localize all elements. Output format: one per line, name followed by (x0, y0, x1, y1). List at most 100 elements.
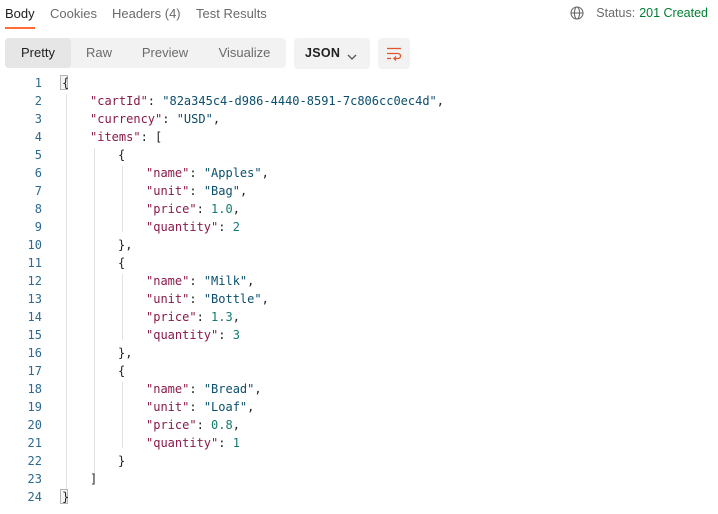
code-token: "items" (90, 130, 141, 144)
code-token: : (218, 328, 233, 342)
code-token: "quantity" (146, 436, 219, 450)
line-number: 18 (27, 382, 42, 396)
line-number: 7 (34, 184, 42, 198)
code-token: "Apples" (203, 166, 262, 180)
code-line: "quantity": 2 (146, 220, 240, 234)
code-token: 1.3 (211, 310, 233, 324)
tab-test-results[interactable]: Test Results (196, 6, 267, 21)
view-mode-raw[interactable]: Raw (71, 38, 127, 68)
code-token: "unit" (146, 292, 190, 306)
code-line: }, (118, 346, 132, 360)
code-token: "Bread" (203, 382, 255, 396)
code-line: "name": "Bread", (146, 382, 262, 396)
tab-body[interactable]: Body (5, 6, 35, 21)
view-mode-selector: Pretty Raw Preview Visualize (5, 38, 286, 68)
code-token: }, (118, 346, 133, 360)
code-token: , (247, 274, 255, 288)
code-token: { (118, 364, 126, 378)
code-line: }, (118, 238, 132, 252)
code-line: "unit": "Loaf", (146, 400, 254, 414)
line-number: 17 (27, 364, 42, 378)
indent-guide (122, 166, 123, 232)
wrap-lines-button[interactable] (378, 38, 410, 69)
code-token: : (189, 166, 204, 180)
code-token: : (218, 436, 233, 450)
globe-icon[interactable] (570, 6, 584, 20)
line-number: 6 (34, 166, 42, 180)
code-token: , (232, 310, 240, 324)
code-token: , (247, 400, 255, 414)
code-line: "cartId": "82a345c4-d986-4440-8591-7c806… (90, 94, 444, 108)
code-token: , (239, 184, 248, 198)
tab-headers[interactable]: Headers (4) (112, 6, 181, 21)
code-line: "price": 0.8, (146, 418, 240, 432)
code-token: 1.0 (211, 202, 233, 216)
code-line: { (118, 364, 125, 378)
code-line: } (118, 454, 125, 468)
code-token: "Bag" (203, 184, 240, 198)
format-selected-label: JSON (305, 46, 341, 60)
line-number: 14 (27, 310, 42, 324)
code-token: "82a345c4-d986-4440-8591-7c806cc0ec4d" (162, 94, 437, 108)
code-line: "price": 1.0, (146, 202, 240, 216)
code-token: , (436, 94, 445, 108)
code-token: { (62, 76, 70, 90)
code-line: { (118, 256, 125, 270)
line-number: 19 (27, 400, 42, 414)
code-token: : [ (140, 130, 163, 144)
chevron-down-icon (347, 48, 357, 60)
line-number: 16 (27, 346, 42, 360)
response-body-viewer[interactable]: 1 {2 "cartId": "82a345c4-d986-4440-8591-7c… (0, 74, 718, 514)
code-token: 3 (232, 328, 240, 342)
line-number: 20 (27, 418, 42, 432)
code-token: "unit" (146, 184, 190, 198)
code-token: } (118, 454, 126, 468)
code-token: ] (90, 472, 98, 486)
code-token: "USD" (176, 112, 213, 126)
code-line: "price": 1.3, (146, 310, 240, 324)
code-token: "price" (146, 418, 197, 432)
active-tab-indicator (5, 27, 35, 29)
code-token: 1 (232, 436, 240, 450)
line-number: 13 (27, 292, 42, 306)
code-line: "currency": "USD", (90, 112, 220, 126)
indent-guide (66, 94, 67, 493)
code-token: : (189, 184, 204, 198)
code-token: , (232, 202, 240, 216)
code-token: , (212, 112, 221, 126)
view-mode-preview[interactable]: Preview (127, 38, 203, 68)
code-token: "price" (146, 310, 197, 324)
view-mode-pretty[interactable]: Pretty (5, 38, 71, 68)
line-number: 21 (27, 436, 42, 450)
line-number: 4 (34, 130, 42, 144)
status-value[interactable]: 201 Created (639, 6, 708, 20)
code-line: } (62, 490, 69, 504)
line-number: 24 (27, 490, 42, 504)
code-token: 2 (232, 220, 240, 234)
tab-cookies[interactable]: Cookies (50, 6, 97, 21)
response-status: Status: 201 Created (570, 6, 708, 20)
code-token: , (254, 382, 262, 396)
code-token: }, (118, 238, 133, 252)
response-tabbar: Body Cookies Headers (4) Test Results St… (0, 0, 718, 30)
status-label: Status: (596, 6, 636, 20)
wrap-lines-icon (387, 47, 402, 61)
code-token: : (196, 202, 212, 216)
code-line: "name": "Apples", (146, 166, 269, 180)
code-line: "unit": "Bag", (146, 184, 247, 198)
code-token: , (261, 166, 269, 180)
code-token: : (218, 220, 233, 234)
indent-guide (122, 274, 123, 340)
line-number: 12 (27, 274, 42, 288)
line-number: 22 (27, 454, 42, 468)
line-number: 5 (34, 148, 42, 162)
code-line: ] (90, 472, 97, 486)
code-token: "cartId" (90, 94, 148, 108)
line-number: 8 (34, 202, 42, 216)
line-number: 9 (34, 220, 42, 234)
line-number: 11 (27, 256, 42, 270)
code-token: "name" (146, 382, 190, 396)
format-dropdown[interactable]: JSON (294, 38, 370, 69)
code-line: "name": "Milk", (146, 274, 254, 288)
view-mode-visualize[interactable]: Visualize (203, 38, 286, 68)
